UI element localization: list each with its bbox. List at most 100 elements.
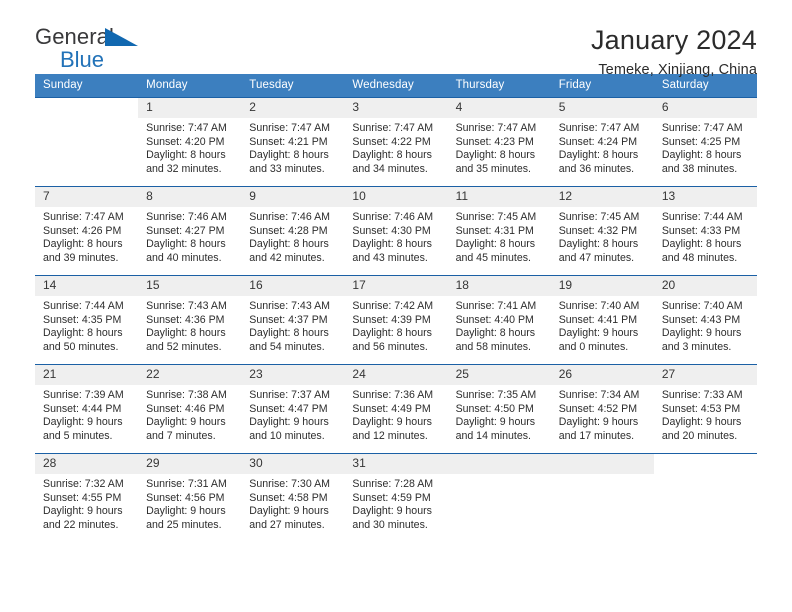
calendar-day-cell[interactable]: 20 Sunrise: 7:40 AM Sunset: 4:43 PM Dayligh… [653, 275, 757, 365]
day-details: Sunrise: 7:34 AM Sunset: 4:52 PM Daylight:… [551, 385, 654, 443]
daylight-text: Daylight: 8 hours [352, 327, 432, 340]
day-details: Sunrise: 7:46 AM Sunset: 4:28 PM Daylight:… [241, 207, 344, 265]
day-details: Sunrise: 7:47 AM Sunset: 4:24 PM Daylight:… [551, 118, 654, 176]
calendar-body: 1 Sunrise: 7:47 AM Sunset: 4:20 PM Daylight… [35, 97, 757, 543]
calendar-day-cell[interactable]: 30 Sunrise: 7:30 AM Sunset: 4:58 PM Dayligh… [241, 453, 345, 543]
calendar-day-cell[interactable]: 16 Sunrise: 7:43 AM Sunset: 4:37 PM Dayligh… [241, 275, 345, 365]
calendar-day-cell[interactable]: 26 Sunrise: 7:34 AM Sunset: 4:52 PM Dayligh… [550, 364, 654, 454]
calendar-day-cell[interactable]: 15 Sunrise: 7:43 AM Sunset: 4:36 PM Dayligh… [138, 275, 242, 365]
weekday-header-wednesday: Wednesday [344, 74, 448, 98]
calendar-empty-cell [550, 453, 654, 543]
calendar-day-cell[interactable]: 6 Sunrise: 7:47 AM Sunset: 4:25 PM Daylight… [653, 97, 757, 187]
sunrise-text: Sunrise: 7:44 AM [661, 211, 743, 223]
day-details: Sunrise: 7:31 AM Sunset: 4:56 PM Daylight:… [138, 474, 241, 532]
day-number: 4 [447, 98, 551, 118]
day-number: 14 [35, 276, 139, 296]
day-number: 9 [241, 187, 345, 207]
sunrise-text: Sunrise: 7:38 AM [146, 389, 227, 401]
sunset-text: Sunset: 4:47 PM [249, 402, 328, 415]
sunset-text: Sunset: 4:25 PM [661, 135, 741, 148]
calendar-day-cell[interactable]: 29 Sunrise: 7:31 AM Sunset: 4:56 PM Dayligh… [138, 453, 242, 543]
daylight-text-cont: and 14 minutes. [455, 429, 531, 442]
day-number: 30 [241, 454, 345, 474]
sunrise-text: Sunrise: 7:35 AM [455, 389, 537, 401]
calendar-day-cell[interactable]: 25 Sunrise: 7:35 AM Sunset: 4:50 PM Dayligh… [447, 364, 551, 454]
calendar-day-cell[interactable]: 5 Sunrise: 7:47 AM Sunset: 4:24 PM Daylight… [550, 97, 654, 187]
day-number: 13 [653, 187, 757, 207]
sunrise-text: Sunrise: 7:47 AM [455, 122, 537, 134]
sunset-text: Sunset: 4:22 PM [352, 135, 431, 148]
sunrise-text: Sunrise: 7:47 AM [352, 122, 434, 134]
calendar-day-cell[interactable]: 28 Sunrise: 7:32 AM Sunset: 4:55 PM Dayligh… [35, 453, 139, 543]
day-details: Sunrise: 7:44 AM Sunset: 4:35 PM Daylight:… [35, 296, 138, 354]
sunset-text: Sunset: 4:58 PM [249, 491, 328, 504]
daylight-text: Daylight: 9 hours [249, 416, 329, 429]
calendar-day-cell[interactable]: 24 Sunrise: 7:36 AM Sunset: 4:49 PM Dayligh… [344, 364, 448, 454]
day-details: Sunrise: 7:43 AM Sunset: 4:37 PM Daylight:… [241, 296, 344, 354]
calendar-day-cell[interactable]: 1 Sunrise: 7:47 AM Sunset: 4:20 PM Daylight… [138, 97, 242, 187]
day-number: 3 [344, 98, 448, 118]
daylight-text-cont: and 43 minutes. [352, 251, 428, 264]
sunrise-text: Sunrise: 7:31 AM [146, 478, 227, 490]
calendar-day-cell[interactable]: 19 Sunrise: 7:40 AM Sunset: 4:41 PM Dayligh… [550, 275, 654, 365]
day-number: 28 [35, 454, 139, 474]
sunrise-text: Sunrise: 7:37 AM [249, 389, 330, 401]
daylight-text-cont: and 45 minutes. [455, 251, 531, 264]
sunset-text: Sunset: 4:27 PM [146, 224, 225, 237]
calendar-day-cell[interactable]: 31 Sunrise: 7:28 AM Sunset: 4:59 PM Dayligh… [344, 453, 448, 543]
daylight-text: Daylight: 9 hours [558, 327, 639, 340]
calendar-day-cell[interactable]: 11 Sunrise: 7:45 AM Sunset: 4:31 PM Dayligh… [447, 186, 551, 276]
day-number: 11 [447, 187, 551, 207]
daylight-text-cont: and 54 minutes. [249, 340, 325, 353]
calendar-day-cell[interactable]: 9 Sunrise: 7:46 AM Sunset: 4:28 PM Daylight… [241, 186, 345, 276]
daylight-text: Daylight: 9 hours [43, 505, 123, 518]
day-number: 10 [344, 187, 448, 207]
calendar-day-cell[interactable]: 21 Sunrise: 7:39 AM Sunset: 4:44 PM Dayligh… [35, 364, 139, 454]
day-details: Sunrise: 7:45 AM Sunset: 4:31 PM Daylight:… [448, 207, 551, 265]
daylight-text-cont: and 42 minutes. [249, 251, 325, 264]
calendar-day-cell[interactable]: 10 Sunrise: 7:46 AM Sunset: 4:30 PM Dayligh… [344, 186, 448, 276]
calendar-day-cell[interactable]: 8 Sunrise: 7:46 AM Sunset: 4:27 PM Daylight… [138, 186, 242, 276]
daylight-text-cont: and 58 minutes. [455, 340, 531, 353]
calendar-day-cell[interactable]: 23 Sunrise: 7:37 AM Sunset: 4:47 PM Dayligh… [241, 364, 345, 454]
daylight-text: Daylight: 8 hours [455, 149, 536, 162]
sunset-text: Sunset: 4:21 PM [249, 135, 328, 148]
daylight-text: Daylight: 9 hours [352, 416, 432, 429]
daylight-text-cont: and 40 minutes. [146, 251, 222, 264]
sunset-text: Sunset: 4:56 PM [146, 491, 225, 504]
daylight-text: Daylight: 8 hours [249, 327, 329, 340]
daylight-text: Daylight: 8 hours [43, 327, 123, 340]
day-number: 6 [653, 98, 757, 118]
sunset-text: Sunset: 4:43 PM [661, 313, 741, 326]
day-number [447, 454, 551, 474]
daylight-text: Daylight: 9 hours [146, 416, 226, 429]
calendar-day-cell[interactable]: 4 Sunrise: 7:47 AM Sunset: 4:23 PM Daylight… [447, 97, 551, 187]
calendar-day-cell[interactable]: 13 Sunrise: 7:44 AM Sunset: 4:33 PM Dayligh… [653, 186, 757, 276]
day-details: Sunrise: 7:37 AM Sunset: 4:47 PM Daylight:… [241, 385, 344, 443]
day-number: 8 [138, 187, 242, 207]
calendar-day-cell[interactable]: 2 Sunrise: 7:47 AM Sunset: 4:21 PM Daylight… [241, 97, 345, 187]
sunrise-text: Sunrise: 7:40 AM [661, 300, 743, 312]
calendar-day-cell[interactable]: 17 Sunrise: 7:42 AM Sunset: 4:39 PM Dayligh… [344, 275, 448, 365]
day-number [35, 98, 138, 118]
day-details: Sunrise: 7:47 AM Sunset: 4:21 PM Daylight:… [241, 118, 344, 176]
calendar-day-cell[interactable]: 3 Sunrise: 7:47 AM Sunset: 4:22 PM Daylight… [344, 97, 448, 187]
daylight-text-cont: and 39 minutes. [43, 251, 119, 264]
calendar-day-cell[interactable]: 7 Sunrise: 7:47 AM Sunset: 4:26 PM Daylight… [35, 186, 139, 276]
calendar-day-cell[interactable]: 27 Sunrise: 7:33 AM Sunset: 4:53 PM Dayligh… [653, 364, 757, 454]
sunset-text: Sunset: 4:33 PM [661, 224, 741, 237]
daylight-text-cont: and 30 minutes. [352, 518, 428, 531]
day-details: Sunrise: 7:30 AM Sunset: 4:58 PM Daylight:… [241, 474, 344, 532]
sunset-text: Sunset: 4:26 PM [43, 224, 122, 237]
brand-logo[interactable]: General Blue [35, 26, 145, 72]
sunrise-text: Sunrise: 7:47 AM [661, 122, 743, 134]
calendar-day-cell[interactable]: 14 Sunrise: 7:44 AM Sunset: 4:35 PM Dayligh… [35, 275, 139, 365]
calendar-week-row: 21 Sunrise: 7:39 AM Sunset: 4:44 PM Dayligh… [35, 364, 757, 454]
sunrise-text: Sunrise: 7:28 AM [352, 478, 434, 490]
daylight-text: Daylight: 8 hours [661, 238, 742, 251]
calendar-day-cell[interactable]: 18 Sunrise: 7:41 AM Sunset: 4:40 PM Dayligh… [447, 275, 551, 365]
day-number [654, 454, 757, 474]
calendar-day-cell[interactable]: 12 Sunrise: 7:45 AM Sunset: 4:32 PM Dayligh… [550, 186, 654, 276]
calendar-day-cell[interactable]: 22 Sunrise: 7:38 AM Sunset: 4:46 PM Dayligh… [138, 364, 242, 454]
day-details: Sunrise: 7:35 AM Sunset: 4:50 PM Daylight:… [448, 385, 551, 443]
